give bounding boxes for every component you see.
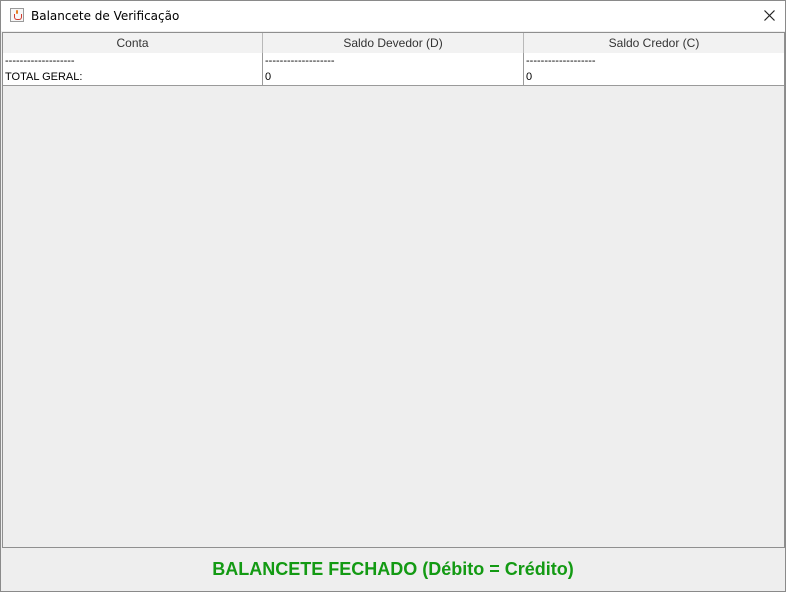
close-icon bbox=[764, 10, 775, 21]
java-cup-icon bbox=[10, 8, 24, 22]
table-row-total[interactable]: TOTAL GERAL: 0 0 bbox=[3, 69, 784, 86]
balancete-table[interactable]: Conta Saldo Devedor (D) Saldo Credor (C)… bbox=[2, 32, 785, 548]
column-header-saldo-devedor[interactable]: Saldo Devedor (D) bbox=[263, 33, 524, 53]
table-row[interactable]: ------------------- ------------------- … bbox=[3, 53, 784, 70]
window-title: Balancete de Verificação bbox=[31, 9, 180, 23]
column-header-conta[interactable]: Conta bbox=[3, 33, 263, 53]
table-header: Conta Saldo Devedor (D) Saldo Credor (C) bbox=[3, 33, 784, 54]
balancete-window: Balancete de Verificação Conta Saldo Dev… bbox=[0, 0, 786, 592]
table-cell[interactable]: ------------------- bbox=[3, 53, 263, 69]
table-cell[interactable]: ------------------- bbox=[524, 53, 784, 69]
table-cell[interactable]: ------------------- bbox=[263, 53, 524, 69]
balance-status-label: BALANCETE FECHADO (Débito = Crédito) bbox=[212, 559, 574, 579]
column-header-saldo-credor[interactable]: Saldo Credor (C) bbox=[524, 33, 784, 53]
title-bar[interactable]: Balancete de Verificação bbox=[1, 1, 785, 31]
total-label-cell[interactable]: TOTAL GERAL: bbox=[3, 69, 263, 85]
total-credor-cell[interactable]: 0 bbox=[524, 69, 784, 85]
close-button[interactable] bbox=[753, 1, 785, 31]
total-devedor-cell[interactable]: 0 bbox=[263, 69, 524, 85]
